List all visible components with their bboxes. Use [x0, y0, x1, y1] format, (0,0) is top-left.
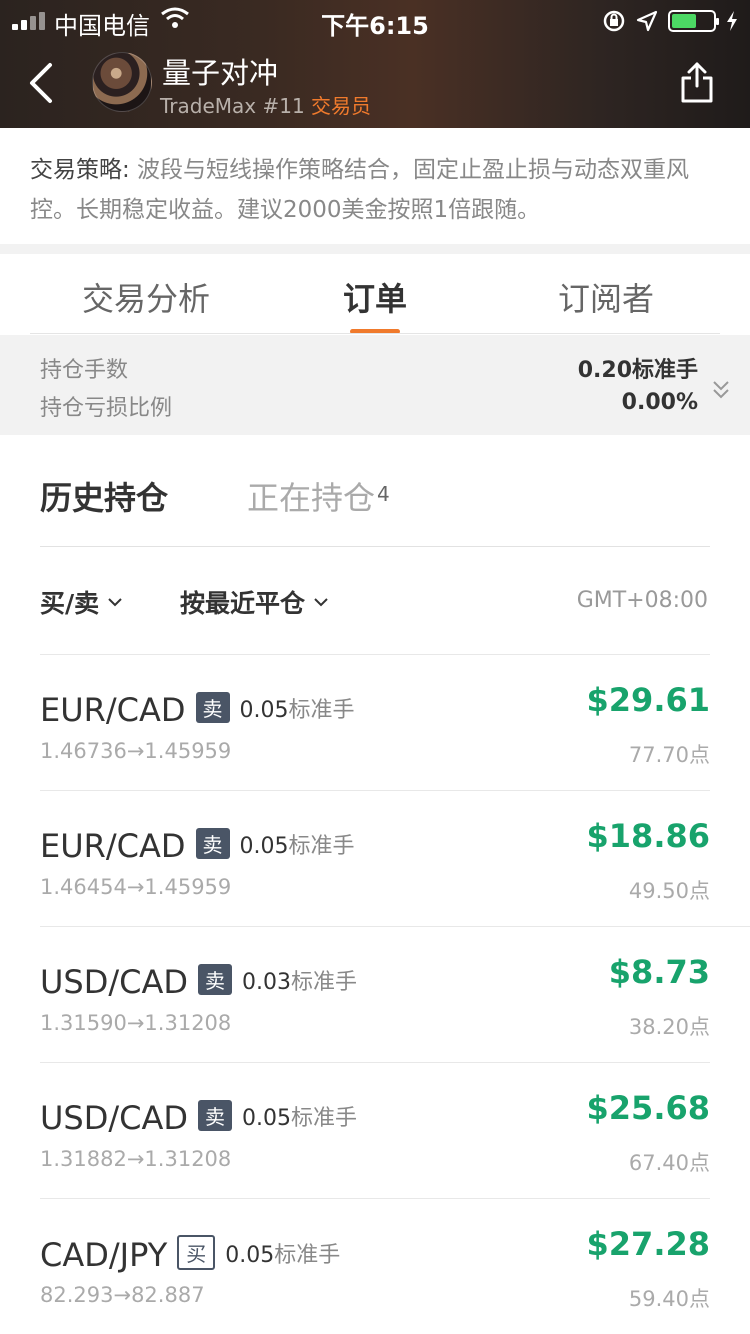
filter-bar: 买/卖 按最近平仓 GMT+08:00: [0, 548, 750, 654]
order-lots-unit: 标准手: [288, 834, 355, 859]
summary-lots-row: 持仓手数 0.20标准手: [40, 352, 698, 384]
strategy-text: 波段与短线操作策略结合，固定止盈止损与动态双重风控。长期稳定收益。建议2000美…: [30, 157, 690, 223]
order-symbol: EUR/CAD: [40, 827, 186, 865]
strategy-label: 交易策略:: [30, 157, 130, 183]
tab-subscribers[interactable]: 订阅者: [558, 274, 654, 320]
order-lots-unit: 标准手: [274, 1243, 341, 1268]
order-symbol-line: CAD/JPY 买 0.05标准手: [40, 1235, 340, 1274]
order-points: 49.50点: [628, 879, 710, 903]
order-symbol-line: EUR/CAD 卖 0.05标准手: [40, 827, 355, 865]
charging-icon: [727, 11, 737, 31]
section-gap: [0, 244, 750, 254]
double-chevron-down-icon[interactable]: [712, 379, 730, 401]
trader-avatar[interactable]: [92, 52, 152, 112]
tab-open-positions[interactable]: 正在持仓 4: [247, 473, 390, 519]
order-row[interactable]: USD/CAD 卖 0.03标准手 1.31590→1.31208 $8.73 38…: [40, 926, 750, 1062]
order-symbol-line: USD/CAD 卖 0.03标准手: [40, 963, 357, 1001]
order-lots: 0.03标准手: [242, 970, 357, 995]
order-symbol: USD/CAD: [40, 963, 189, 1001]
lots-label: 持仓手数: [40, 358, 129, 383]
open-positions-label: 正在持仓: [247, 479, 376, 517]
strategy-description: 交易策略: 波段与短线操作策略结合，固定止盈止损与动态双重风控。长期稳定收益。建…: [0, 128, 750, 244]
rotation-lock-icon: [603, 10, 625, 32]
order-points: 67.40点: [628, 1151, 710, 1175]
pl-value: 0.00%: [621, 390, 698, 415]
chevron-down-icon: [108, 598, 122, 607]
trader-tag: TradeMax #11: [160, 94, 305, 118]
order-profit: $18.86: [586, 817, 710, 855]
order-profit: $27.28: [586, 1225, 710, 1263]
tab-trade-analysis[interactable]: 交易分析: [82, 274, 210, 320]
order-points: 38.20点: [628, 1015, 710, 1039]
order-lots-value: 0.05: [239, 834, 289, 859]
timezone-label: GMT+08:00: [576, 588, 708, 613]
pl-label: 持仓亏损比例: [40, 396, 173, 421]
order-prices: 1.31882→1.31208: [40, 1147, 232, 1171]
position-summary[interactable]: 持仓手数 0.20标准手 持仓亏损比例 0.00%: [0, 335, 750, 435]
order-list: EUR/CAD 卖 0.05标准手 1.46736→1.45959 $29.61 7…: [0, 654, 750, 1334]
order-side-badge: 卖: [195, 828, 230, 859]
order-lots-unit: 标准手: [288, 698, 355, 723]
order-side-badge: 卖: [198, 964, 233, 995]
sort-filter[interactable]: 按最近平仓: [180, 584, 329, 620]
subtabs-divider: [40, 546, 710, 547]
order-prices: 1.31590→1.31208: [40, 1011, 232, 1035]
order-row[interactable]: USD/CAD 卖 0.05标准手 1.31882→1.31208 $25.68 6…: [40, 1062, 710, 1198]
order-lots-value: 0.05: [239, 698, 289, 723]
order-row[interactable]: EUR/CAD 卖 0.05标准手 1.46736→1.45959 $29.61 7…: [40, 654, 710, 790]
tab-history-positions[interactable]: 历史持仓: [40, 473, 168, 519]
tab-orders[interactable]: 订单: [343, 274, 407, 320]
order-symbol: EUR/CAD: [40, 691, 186, 729]
main-tabs: 交易分析 订单 订阅者: [0, 254, 750, 334]
order-symbol: CAD/JPY: [40, 1236, 168, 1274]
order-side-badge: 卖: [195, 692, 230, 723]
order-symbol: USD/CAD: [40, 1099, 189, 1137]
order-row[interactable]: EUR/CAD 卖 0.05标准手 1.46454→1.45959 $18.86 4…: [40, 790, 710, 926]
order-lots: 0.05标准手: [242, 1106, 357, 1131]
trader-role: 交易员: [311, 94, 372, 118]
order-symbol-line: EUR/CAD 卖 0.05标准手: [40, 691, 355, 729]
order-lots-value: 0.05: [225, 1243, 275, 1268]
lots-value: 0.20标准手: [577, 358, 698, 383]
position-subtabs: 历史持仓 正在持仓 4: [0, 435, 750, 547]
tabs-divider: [30, 333, 720, 334]
trader-subtitle: TradeMax #11 交易员: [160, 90, 371, 119]
share-icon[interactable]: [680, 60, 714, 104]
location-icon: [636, 10, 658, 32]
order-row[interactable]: CAD/JPY 买 0.05标准手 82.293→82.887 $27.28 59.…: [40, 1198, 710, 1334]
trader-name: 量子对冲: [162, 56, 279, 90]
side-filter-label: 买/卖: [40, 589, 100, 618]
chevron-down-icon: [314, 598, 328, 607]
order-lots: 0.05标准手: [240, 698, 355, 723]
order-lots: 0.05标准手: [240, 834, 355, 859]
open-positions-count: 4: [377, 482, 390, 506]
order-prices: 1.46736→1.45959: [40, 739, 232, 763]
order-lots-unit: 标准手: [291, 1106, 358, 1131]
status-bar: 中国电信 下午6:15: [0, 0, 750, 40]
back-arrow-icon[interactable]: [26, 62, 56, 104]
summary-pl-row: 持仓亏损比例 0.00%: [40, 390, 698, 422]
order-side-badge: 卖: [198, 1100, 233, 1131]
order-side-badge: 买: [177, 1235, 216, 1270]
top-header: 中国电信 下午6:15 量子对冲 TradeMax #11 交易员: [0, 0, 750, 128]
side-filter[interactable]: 买/卖: [40, 584, 123, 620]
order-prices: 1.46454→1.45959: [40, 875, 232, 899]
order-lots: 0.05标准手: [225, 1243, 340, 1268]
order-profit: $25.68: [586, 1089, 710, 1127]
order-lots-unit: 标准手: [291, 970, 358, 995]
order-lots-value: 0.05: [242, 1106, 292, 1131]
order-prices: 82.293→82.887: [40, 1283, 205, 1307]
battery-icon: [668, 10, 719, 32]
order-profit: $8.73: [608, 953, 710, 991]
order-profit: $29.61: [586, 681, 710, 719]
order-points: 77.70点: [628, 743, 710, 767]
order-symbol-line: USD/CAD 卖 0.05标准手: [40, 1099, 357, 1137]
sort-filter-label: 按最近平仓: [180, 589, 306, 618]
order-lots-value: 0.03: [242, 970, 292, 995]
order-points: 59.40点: [628, 1287, 710, 1311]
